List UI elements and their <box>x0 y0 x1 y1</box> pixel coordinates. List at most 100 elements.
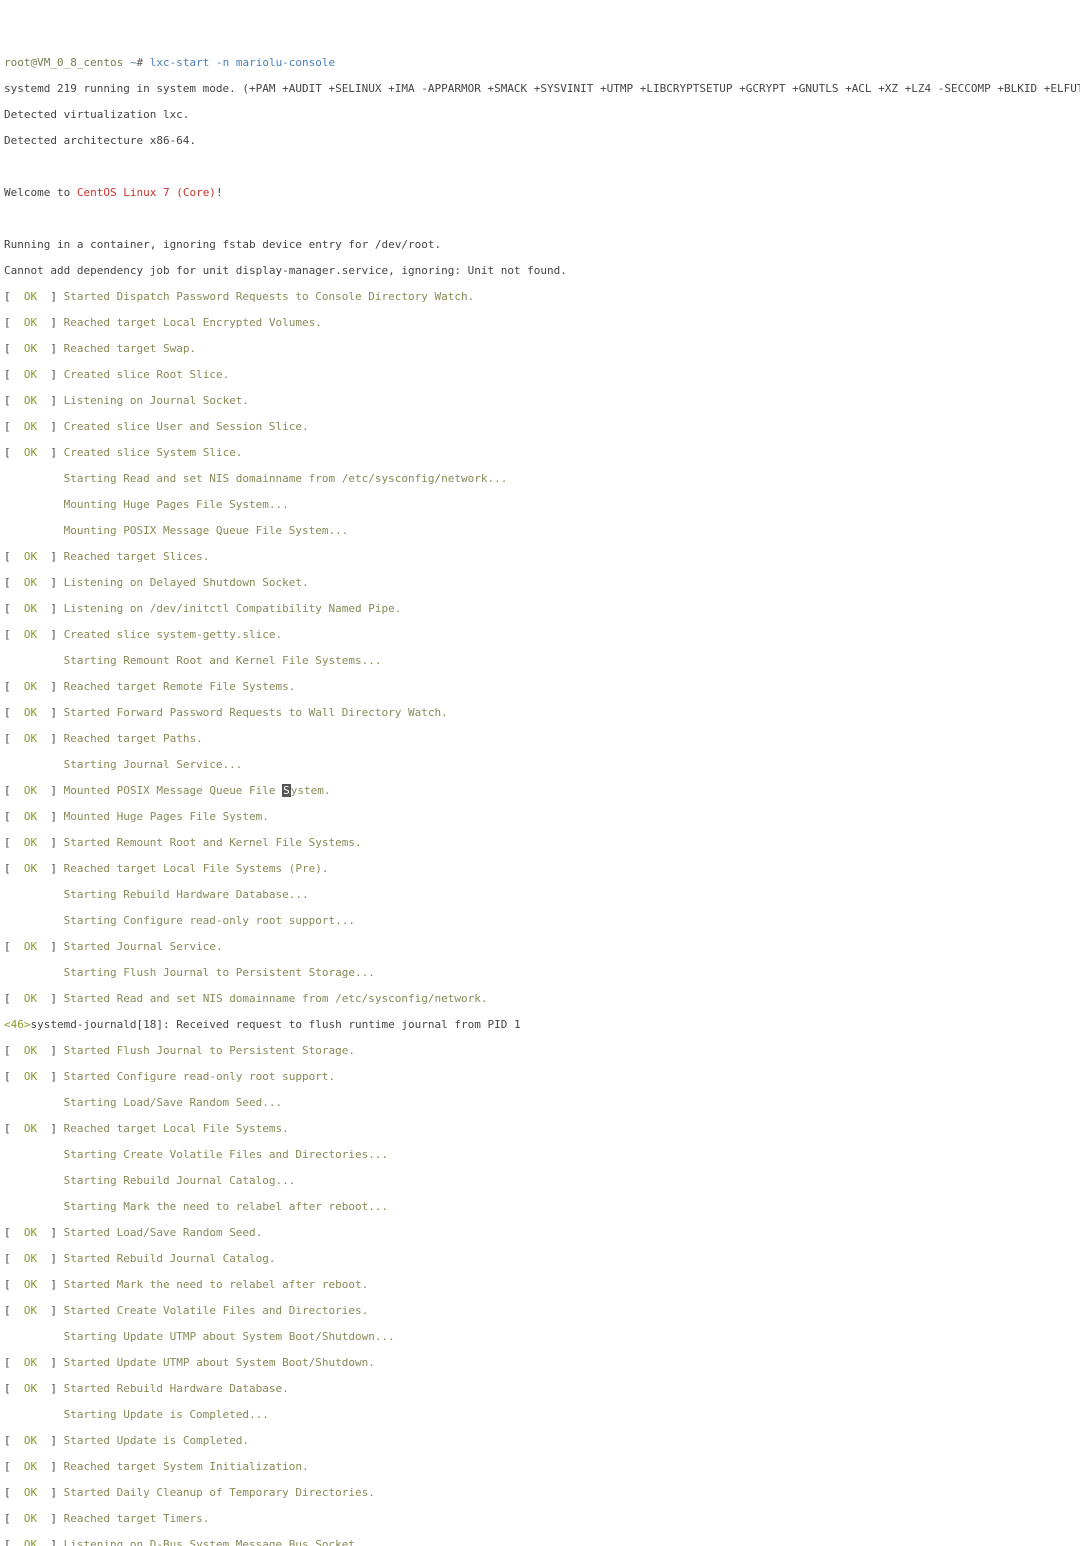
status-text: Listening on Delayed Shutdown Socket. <box>64 576 309 589</box>
status-line: [ OK ] Started Update is Completed. <box>4 1434 1080 1447</box>
status-text: Started Dispatch Password Requests to Co… <box>64 290 475 303</box>
terminal[interactable]: root@VM_0_8_centos ~# lxc-start -n mario… <box>4 43 1080 1546</box>
status-line: [ OK ] Started Create Volatile Files and… <box>4 1304 1080 1317</box>
ok-badge: OK <box>24 784 37 797</box>
starting-text: Starting Update UTMP about System Boot/S… <box>64 1330 395 1343</box>
status-line: [ OK ] Mounted Huge Pages File System. <box>4 810 1080 823</box>
ok-badge: OK <box>24 550 37 563</box>
status-line: [ OK ] Started Rebuild Hardware Database… <box>4 1382 1080 1395</box>
journald-text: systemd-journald[18]: Received request t… <box>31 1018 521 1031</box>
status-text: Started Remount Root and Kernel File Sys… <box>64 836 362 849</box>
ok-badge: OK <box>24 706 37 719</box>
ok-badge: OK <box>24 1486 37 1499</box>
status-text: Started Update is Completed. <box>64 1434 249 1447</box>
prompt-hash: # <box>136 56 143 69</box>
status-line: [ OK ] Reached target Swap. <box>4 342 1080 355</box>
ok-badge: OK <box>24 1382 37 1395</box>
status-line: [ OK ] Started Journal Service. <box>4 940 1080 953</box>
status-line: [ OK ] Listening on D-Bus System Message… <box>4 1538 1080 1546</box>
status-text: Mounted Huge Pages File System. <box>64 810 269 823</box>
starting-line: Starting Remount Root and Kernel File Sy… <box>4 654 1080 667</box>
ok-badge: OK <box>24 1304 37 1317</box>
starting-text: Starting Mark the need to relabel after … <box>64 1200 389 1213</box>
status-line: [ OK ] Reached target Timers. <box>4 1512 1080 1525</box>
status-line: [ OK ] Created slice System Slice. <box>4 446 1080 459</box>
ok-badge: OK <box>24 446 37 459</box>
status-text: Started Mark the need to relabel after r… <box>64 1278 369 1291</box>
ok-badge: OK <box>24 862 37 875</box>
ok-badge: OK <box>24 992 37 1005</box>
ok-badge: OK <box>24 1226 37 1239</box>
ok-badge: OK <box>24 602 37 615</box>
starting-line: Starting Rebuild Hardware Database... <box>4 888 1080 901</box>
starting-line: Mounting POSIX Message Queue File System… <box>4 524 1080 537</box>
cursor-icon: S <box>282 784 291 797</box>
status-line: [ OK ] Created slice Root Slice. <box>4 368 1080 381</box>
prompt-line[interactable]: root@VM_0_8_centos ~# lxc-start -n mario… <box>4 56 1080 69</box>
status-text: Reached target Timers. <box>64 1512 210 1525</box>
ok-badge: OK <box>24 290 37 303</box>
status-text: Listening on D-Bus System Message Bus So… <box>64 1538 362 1546</box>
welcome-prefix: Welcome to <box>4 186 77 199</box>
ok-badge: OK <box>24 628 37 641</box>
command-arg: mariolu-console <box>236 56 335 69</box>
command-name: lxc-start <box>150 56 210 69</box>
starting-text: Starting Create Volatile Files and Direc… <box>64 1148 389 1161</box>
starting-text: Starting Read and set NIS domainname fro… <box>64 472 508 485</box>
command-option: -n <box>216 56 229 69</box>
starting-line: Starting Read and set NIS domainname fro… <box>4 472 1080 485</box>
starting-text: Starting Update is Completed... <box>64 1408 269 1421</box>
starting-line: Starting Journal Service... <box>4 758 1080 771</box>
starting-line: Starting Create Volatile Files and Direc… <box>4 1148 1080 1161</box>
blank-line <box>4 212 1080 225</box>
status-text: Listening on /dev/initctl Compatibility … <box>64 602 402 615</box>
journald-line: <46>systemd-journald[18]: Received reque… <box>4 1018 1080 1031</box>
status-line: [ OK ] Started Forward Password Requests… <box>4 706 1080 719</box>
status-text: Created slice System Slice. <box>64 446 243 459</box>
status-line: [ OK ] Reached target Local File Systems… <box>4 862 1080 875</box>
ok-badge: OK <box>24 1252 37 1265</box>
status-line: [ OK ] Started Update UTMP about System … <box>4 1356 1080 1369</box>
ok-badge: OK <box>24 420 37 433</box>
status-text: Started Forward Password Requests to Wal… <box>64 706 448 719</box>
status-line: [ OK ] Started Daily Cleanup of Temporar… <box>4 1486 1080 1499</box>
starting-text: Starting Journal Service... <box>64 758 243 771</box>
status-line: [ OK ] Started Mark the need to relabel … <box>4 1278 1080 1291</box>
starting-line: Starting Update is Completed... <box>4 1408 1080 1421</box>
ok-badge: OK <box>24 680 37 693</box>
status-line: [ OK ] Started Read and set NIS domainna… <box>4 992 1080 1005</box>
starting-line: Starting Rebuild Journal Catalog... <box>4 1174 1080 1187</box>
status-text: Started Daily Cleanup of Temporary Direc… <box>64 1486 375 1499</box>
ok-badge: OK <box>24 1434 37 1447</box>
starting-text: Starting Configure read-only root suppor… <box>64 914 355 927</box>
status-line: [ OK ] Started Remount Root and Kernel F… <box>4 836 1080 849</box>
ok-badge: OK <box>24 1070 37 1083</box>
status-line: [ OK ] Started Rebuild Journal Catalog. <box>4 1252 1080 1265</box>
status-text: Started Update UTMP about System Boot/Sh… <box>64 1356 375 1369</box>
ok-badge: OK <box>24 576 37 589</box>
starting-line: Starting Update UTMP about System Boot/S… <box>4 1330 1080 1343</box>
starting-text: Starting Flush Journal to Persistent Sto… <box>64 966 375 979</box>
blank-line <box>4 160 1080 173</box>
ok-badge: OK <box>24 810 37 823</box>
output-line: Running in a container, ignoring fstab d… <box>4 238 1080 251</box>
ok-badge: OK <box>24 316 37 329</box>
starting-text: Mounting Huge Pages File System... <box>64 498 289 511</box>
ok-badge: OK <box>24 1538 37 1546</box>
status-line: [ OK ] Created slice system-getty.slice. <box>4 628 1080 641</box>
output-line: Detected virtualization lxc. <box>4 108 1080 121</box>
ok-badge: OK <box>24 368 37 381</box>
status-text: Created slice User and Session Slice. <box>64 420 309 433</box>
status-text: Reached target Local File Systems (Pre). <box>64 862 329 875</box>
status-text: Started Configure read-only root support… <box>64 1070 336 1083</box>
welcome-suffix: ! <box>216 186 223 199</box>
status-text: Reached target Local Encrypted Volumes. <box>64 316 322 329</box>
status-text: Reached target System Initialization. <box>64 1460 309 1473</box>
status-line: [ OK ] Started Dispatch Password Request… <box>4 290 1080 303</box>
ok-badge: OK <box>24 1278 37 1291</box>
starting-line: Starting Configure read-only root suppor… <box>4 914 1080 927</box>
starting-text: Starting Rebuild Journal Catalog... <box>64 1174 296 1187</box>
starting-line: Starting Mark the need to relabel after … <box>4 1200 1080 1213</box>
ok-badge: OK <box>24 342 37 355</box>
status-line: [ OK ] Reached target Local File Systems… <box>4 1122 1080 1135</box>
